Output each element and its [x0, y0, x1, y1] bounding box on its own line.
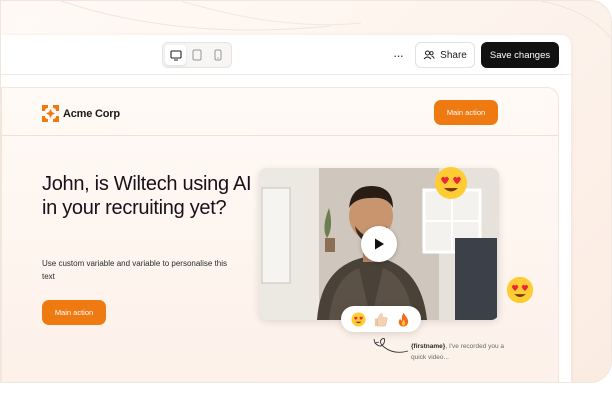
tablet-icon [192, 49, 202, 61]
thumbs-up-emoji-icon [375, 312, 388, 326]
site-header: Acme Corp Main action [2, 88, 558, 136]
desktop-icon [170, 49, 182, 61]
page-preview: Acme Corp Main action John, is Wiltech u… [1, 87, 559, 382]
brand-logo[interactable]: Acme Corp [42, 105, 120, 122]
hero-headline: John, is Wiltech using AI in your recrui… [42, 173, 252, 219]
header-main-action-button[interactable]: Main action [434, 100, 498, 125]
tablet-view-button[interactable] [186, 45, 207, 65]
heart-eyes-emoji-icon [351, 311, 366, 327]
heart-eyes-reaction[interactable] [350, 311, 366, 327]
thumbs-up-reaction[interactable] [373, 311, 389, 327]
save-changes-button[interactable]: Save changes [481, 42, 559, 68]
hero-subtext: Use custom variable and variable to pers… [42, 259, 227, 281]
app-frame: ··· Share Save changes Acme Corp Main ac… [0, 0, 612, 383]
curved-arrow-icon [373, 338, 409, 353]
editor-panel: ··· Share Save changes Acme Corp Main ac… [1, 35, 571, 382]
acme-logo-icon [42, 105, 59, 122]
share-label: Share [440, 49, 467, 61]
heart-eyes-emoji-icon [435, 167, 467, 199]
heart-eyes-emoji-icon [506, 276, 534, 304]
play-button[interactable] [361, 226, 397, 262]
hero-main-action-button[interactable]: Main action [42, 300, 106, 325]
mobile-view-button[interactable] [208, 45, 229, 65]
more-options-icon[interactable]: ··· [389, 47, 407, 63]
brand-name: Acme Corp [63, 107, 120, 120]
desktop-view-button[interactable] [165, 45, 187, 65]
header-main-action-label: Main action [446, 108, 486, 117]
note-variable: {firstname} [411, 343, 446, 350]
device-switcher [162, 42, 232, 68]
reaction-bar [341, 306, 421, 332]
personalized-note: {firstname}, I've recorded you a quick v… [411, 341, 511, 363]
fire-reaction[interactable] [396, 311, 412, 327]
hero-main-action-label: Main action [54, 308, 94, 317]
users-icon [423, 50, 435, 60]
save-changes-label: Save changes [489, 49, 551, 61]
mobile-icon [214, 49, 222, 61]
play-icon [375, 238, 384, 250]
fire-emoji-icon [398, 312, 409, 327]
share-button[interactable]: Share [415, 42, 475, 68]
editor-toolbar: ··· Share Save changes [1, 35, 571, 75]
